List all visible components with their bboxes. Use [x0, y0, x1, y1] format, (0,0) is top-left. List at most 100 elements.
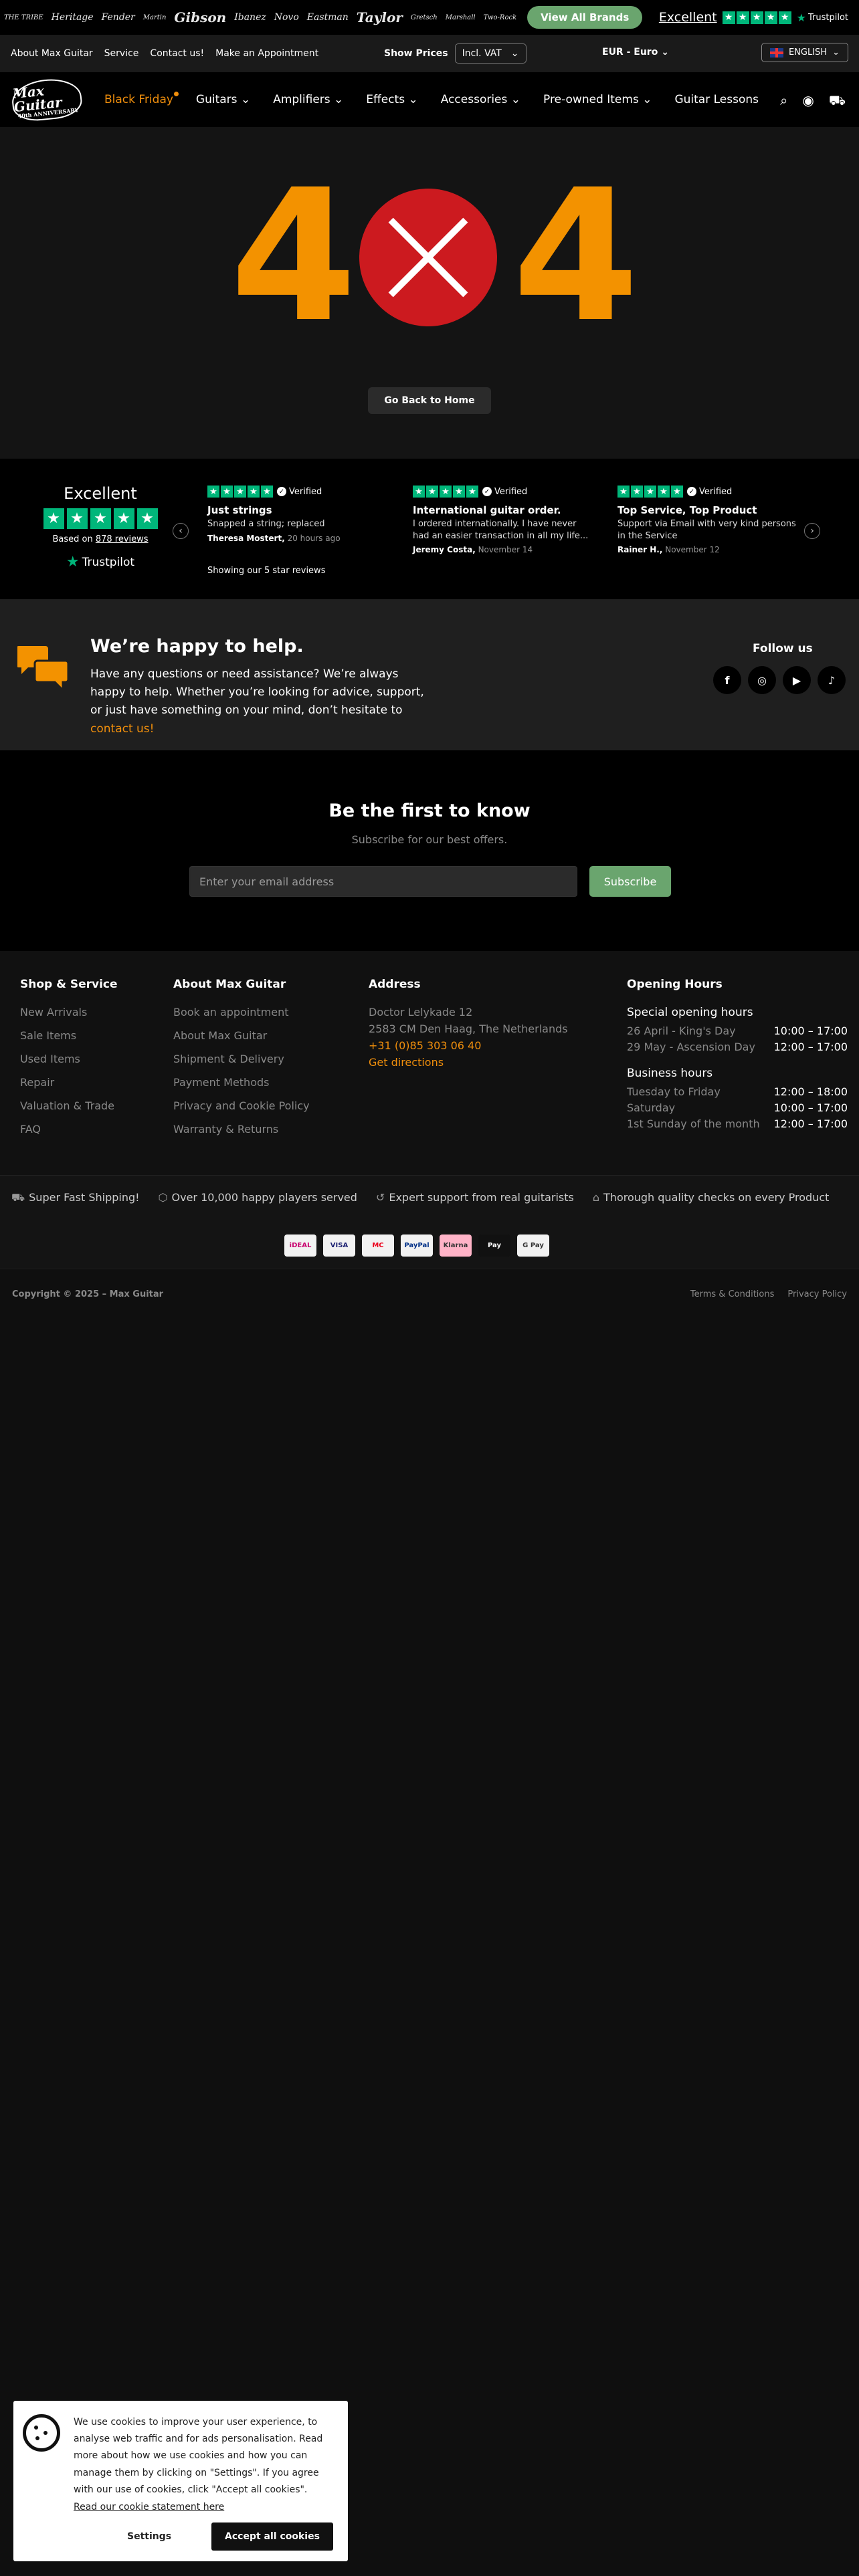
- footer-link[interactable]: Valuation & Trade: [20, 1099, 118, 1112]
- star-icon: ★: [221, 486, 233, 498]
- usp-label: Over 10,000 happy players served: [171, 1191, 357, 1204]
- star-rating: ★ ★ ★ ★ ★: [413, 486, 478, 498]
- bottom-bar: Copyright © 2025 – Max Guitar Terms & Co…: [0, 1269, 859, 2576]
- footer-link[interactable]: Used Items: [20, 1053, 118, 1065]
- instagram-icon[interactable]: ◎: [748, 666, 776, 694]
- brand-logo[interactable]: Taylor: [357, 9, 403, 25]
- cookie-statement-link[interactable]: Read our cookie statement here: [74, 2502, 224, 2512]
- verified-label: Verified: [494, 486, 528, 497]
- review-card[interactable]: ★ ★ ★ ★ ★ ✓ Verified Top Service, Top Product …: [617, 486, 798, 554]
- star-icon: ★: [440, 486, 452, 498]
- trustpilot-widget-top[interactable]: Excellent ★ ★ ★ ★ ★ ★ Trustpilot: [659, 10, 848, 25]
- footer-link[interactable]: Sale Items: [20, 1029, 118, 1042]
- brand-logo[interactable]: Gibson: [174, 9, 226, 25]
- trustpilot-logo: ★ Trustpilot: [797, 11, 848, 24]
- footer-address-column: Address Doctor Lelykade 12 2583 CM Den H…: [369, 978, 568, 1073]
- nav-item-pre-owned[interactable]: Pre-owned Items ⌄: [543, 93, 652, 106]
- footer-link[interactable]: Shipment & Delivery: [173, 1053, 310, 1065]
- account-icon[interactable]: ◉: [802, 92, 814, 110]
- service-link[interactable]: Service: [104, 48, 139, 59]
- brand-logo[interactable]: Two-Rock: [484, 14, 516, 21]
- contact-link[interactable]: Contact us!: [150, 48, 204, 59]
- brand-logo[interactable]: Eastman: [307, 12, 349, 23]
- brand-logo[interactable]: THE TRIBE: [4, 14, 43, 21]
- appointment-link[interactable]: Make an Appointment: [215, 48, 318, 59]
- about-link[interactable]: About Max Guitar: [11, 48, 93, 59]
- brand-logo[interactable]: Marshall: [446, 14, 476, 21]
- cookie-settings-button[interactable]: Settings: [127, 2523, 171, 2551]
- trustpilot-logo[interactable]: ★ Trustpilot: [33, 554, 167, 570]
- brand-logo[interactable]: Novo: [274, 12, 299, 23]
- star-icon: ★: [778, 11, 791, 24]
- max-guitar-logo[interactable]: Max Guitar 40th ANNIVERSARY: [10, 76, 84, 124]
- review-count: Based on 878 reviews: [33, 534, 167, 544]
- footer-column-title: Address: [369, 978, 421, 991]
- review-title: International guitar order.: [413, 504, 561, 516]
- vat-select[interactable]: Incl. VAT ⌄: [454, 43, 527, 64]
- nav-item-effects[interactable]: Effects ⌄: [366, 93, 417, 106]
- star-icon: ★: [426, 486, 438, 498]
- footer-link[interactable]: About Max Guitar: [173, 1029, 310, 1042]
- star-icon: ★: [764, 11, 777, 24]
- footer-link[interactable]: Privacy and Cookie Policy: [173, 1099, 310, 1112]
- trustpilot-logo-text: Trustpilot: [807, 12, 848, 23]
- directions-link[interactable]: Get directions: [369, 1056, 568, 1069]
- nav-item-guitar-lessons[interactable]: Guitar Lessons: [674, 93, 759, 106]
- special-hours-title: Special opening hours: [627, 1006, 753, 1019]
- newsletter-title: Be the first to know: [328, 800, 531, 821]
- check-icon: ✓: [687, 487, 696, 496]
- language-select[interactable]: ENGLISH ⌄: [761, 43, 848, 62]
- show-prices-label: Show Prices: [384, 48, 448, 59]
- verified-badge: ✓ Verified: [277, 487, 322, 497]
- email-input[interactable]: Enter your email address: [189, 866, 577, 897]
- verified-badge: ✓ Verified: [482, 487, 527, 497]
- subscribe-button[interactable]: Subscribe: [589, 866, 671, 897]
- currency-select[interactable]: EUR - Euro ⌄: [602, 47, 669, 58]
- back-to-home-button[interactable]: Go Back to Home: [368, 387, 491, 414]
- search-icon[interactable]: ⌕: [780, 92, 787, 110]
- star-icon: ★: [248, 486, 260, 498]
- brand-logo[interactable]: Gretsch: [411, 14, 438, 21]
- review-card[interactable]: ★ ★ ★ ★ ★ ✓ Verified Just strings Snapped a st…: [207, 486, 388, 543]
- terms-link[interactable]: Terms & Conditions: [690, 1289, 775, 1299]
- trustpilot-rating-text[interactable]: Excellent: [659, 10, 717, 25]
- brand-logo[interactable]: Ibanez: [234, 12, 266, 23]
- footer-link[interactable]: New Arrivals: [20, 1006, 118, 1018]
- review-count-link[interactable]: 878 reviews: [96, 534, 149, 544]
- brand-logo[interactable]: Martin: [143, 14, 167, 21]
- review-card[interactable]: ★ ★ ★ ★ ★ ✓ Verified International guitar orde…: [413, 486, 593, 554]
- footer-link[interactable]: Repair: [20, 1076, 118, 1089]
- cart-icon[interactable]: ⛟: [829, 92, 846, 110]
- hours-day: 29 May - Ascension Day: [627, 1041, 755, 1053]
- nav-item-accessories[interactable]: Accessories ⌄: [441, 93, 520, 106]
- chevron-down-icon: ⌄: [240, 93, 251, 106]
- privacy-link[interactable]: Privacy Policy: [787, 1289, 847, 1299]
- usp-label: Super Fast Shipping!: [29, 1191, 140, 1204]
- vat-value: Incl. VAT: [462, 48, 502, 59]
- hours-row: 26 April - King's Day 10:00 – 17:00: [627, 1025, 848, 1037]
- nav-item-guitars[interactable]: Guitars ⌄: [196, 93, 250, 106]
- footer-link[interactable]: FAQ: [20, 1123, 118, 1136]
- address-line: Doctor Lelykade 12: [369, 1006, 473, 1018]
- nav-item-black-friday[interactable]: Black Friday: [104, 92, 179, 106]
- brand-logo[interactable]: Heritage: [52, 12, 94, 23]
- footer-link[interactable]: Book an appointment: [173, 1006, 310, 1018]
- review-time: 20 hours ago: [287, 533, 341, 543]
- usp-item: ↺ Expert support from real guitarists: [376, 1191, 574, 1205]
- facebook-icon[interactable]: f: [713, 666, 741, 694]
- contact-us-link[interactable]: contact us!: [90, 722, 154, 736]
- next-review-button[interactable]: ›: [804, 523, 820, 539]
- nav-item-amplifiers[interactable]: Amplifiers ⌄: [273, 93, 343, 106]
- youtube-icon[interactable]: ▶: [783, 666, 811, 694]
- footer-link[interactable]: Warranty & Returns: [173, 1123, 310, 1136]
- previous-review-button[interactable]: ‹: [173, 523, 189, 539]
- footer-column-title: About Max Guitar: [173, 978, 286, 991]
- view-all-brands-button[interactable]: View All Brands: [527, 6, 643, 29]
- accept-all-cookies-button[interactable]: Accept all cookies: [211, 2523, 333, 2551]
- star-icon: ★: [136, 508, 158, 529]
- tiktok-icon[interactable]: ♪: [818, 666, 846, 694]
- phone-link[interactable]: +31 (0)85 303 06 40: [369, 1039, 568, 1052]
- footer-link[interactable]: Payment Methods: [173, 1076, 310, 1089]
- footer-column-title: Shop & Service: [20, 978, 118, 991]
- brand-logo[interactable]: Fender: [102, 12, 135, 23]
